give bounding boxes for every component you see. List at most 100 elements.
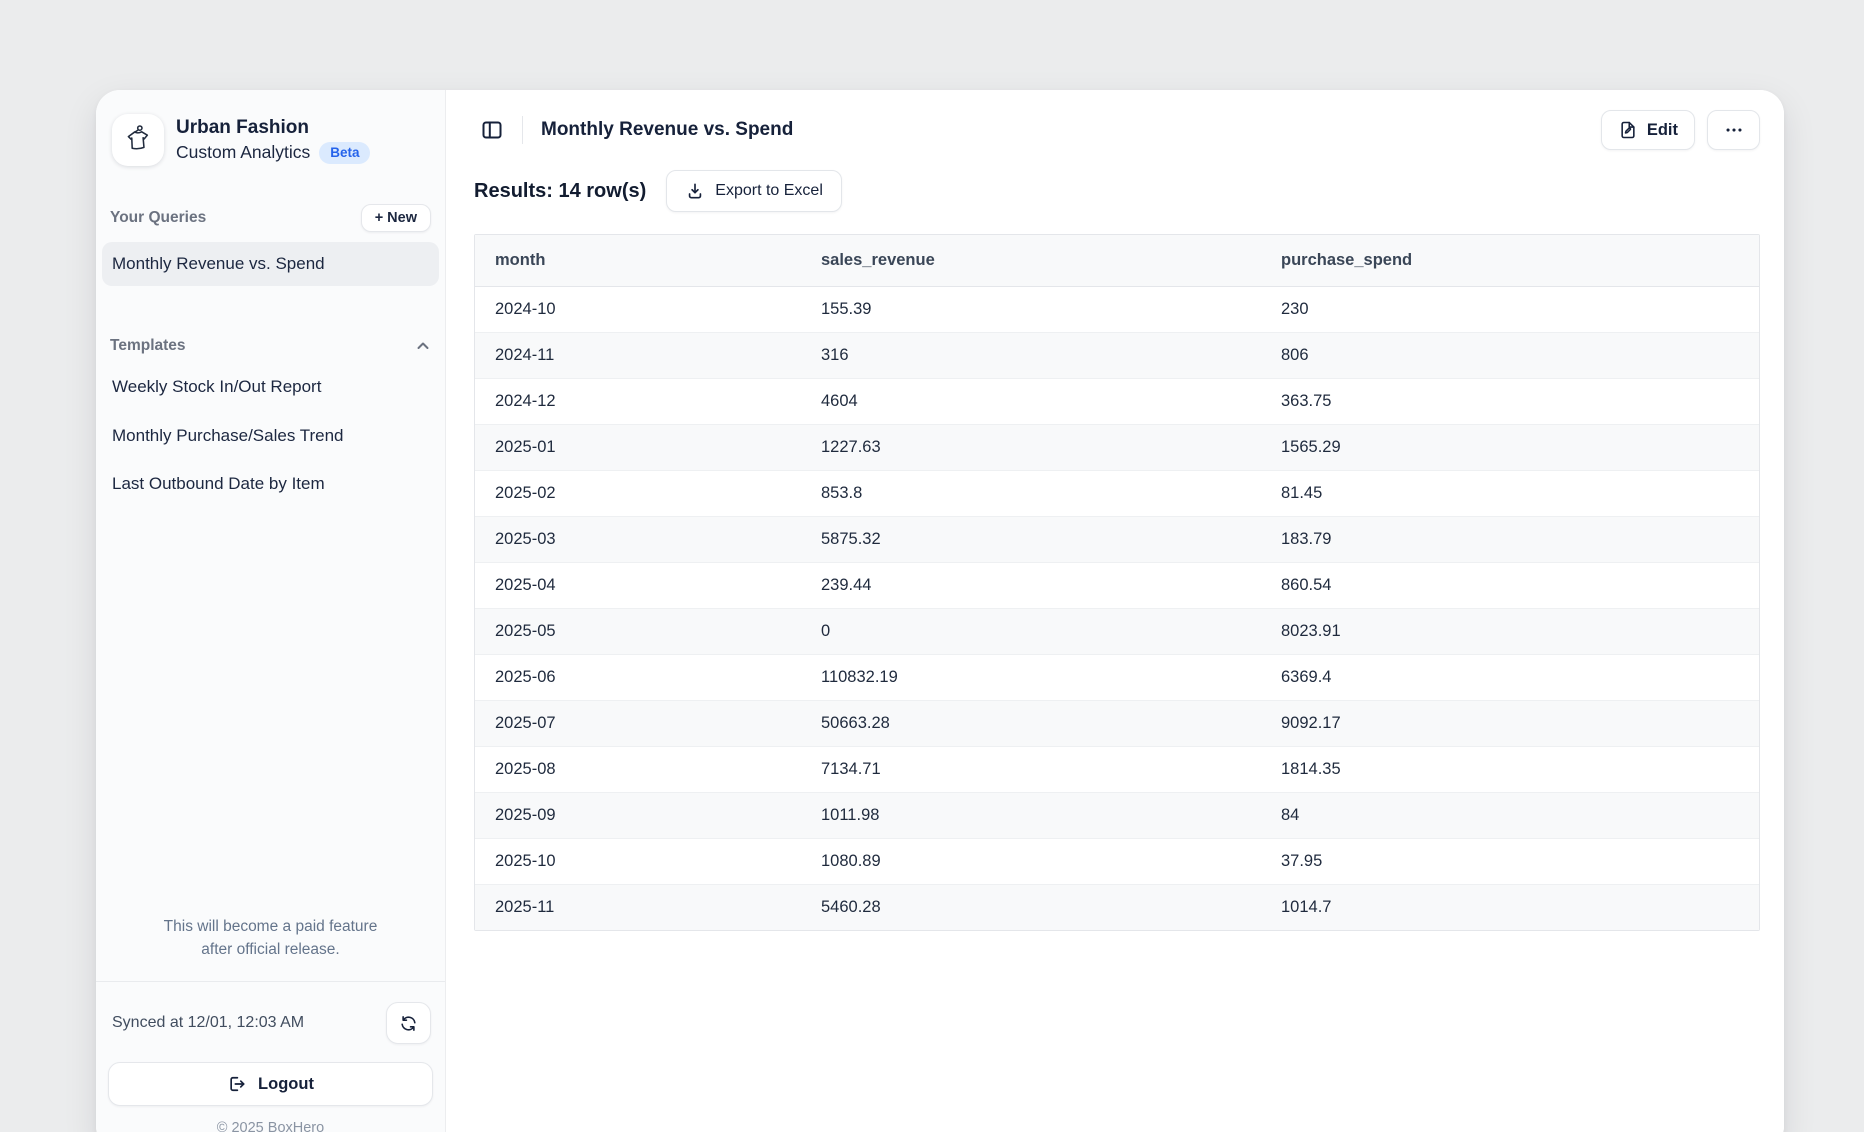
- brand-text: Urban Fashion Custom Analytics Beta: [176, 116, 370, 164]
- table-row: 2025-035875.32183.79: [475, 516, 1759, 562]
- table-cell: 50663.28: [801, 700, 1261, 746]
- logout-icon: [227, 1074, 247, 1094]
- paid-note-line2: after official release.: [201, 941, 339, 958]
- table-row: 2025-011227.631565.29: [475, 424, 1759, 470]
- beta-badge: Beta: [319, 142, 370, 164]
- table-cell: 1565.29: [1261, 424, 1759, 470]
- table-cell: 0: [801, 608, 1261, 654]
- main-header: Monthly Revenue vs. Spend Edit: [474, 108, 1760, 152]
- brand-header: Urban Fashion Custom Analytics Beta: [102, 114, 439, 166]
- new-query-button[interactable]: + New: [361, 204, 431, 232]
- brand-title: Urban Fashion: [176, 116, 370, 141]
- templates-label: Templates: [110, 337, 186, 355]
- header-divider: [522, 116, 523, 144]
- table-cell: 5875.32: [801, 516, 1261, 562]
- app-window: Urban Fashion Custom Analytics Beta Your…: [96, 90, 1784, 1132]
- sidebar-item-monthly-purchase-sales-trend[interactable]: Monthly Purchase/Sales Trend: [102, 413, 439, 459]
- table-cell: 853.8: [801, 470, 1261, 516]
- table-header-row: monthsales_revenuepurchase_spend: [475, 235, 1759, 286]
- export-label: Export to Excel: [715, 182, 823, 200]
- column-header: sales_revenue: [801, 235, 1261, 286]
- refresh-icon: [399, 1014, 418, 1033]
- sidebar: Urban Fashion Custom Analytics Beta Your…: [96, 90, 446, 1132]
- table-cell: 239.44: [801, 562, 1261, 608]
- sidebar-item-weekly-stock-report[interactable]: Weekly Stock In/Out Report: [102, 364, 439, 410]
- desktop-background: Urban Fashion Custom Analytics Beta Your…: [0, 0, 1864, 1132]
- results-toolbar: Results: 14 row(s) Export to Excel: [474, 170, 1760, 212]
- table-row: 2025-06110832.196369.4: [475, 654, 1759, 700]
- paid-note-line1: This will become a paid feature: [164, 918, 378, 935]
- sidebar-item-monthly-revenue-vs-spend[interactable]: Monthly Revenue vs. Spend: [102, 242, 439, 286]
- table-cell: 4604: [801, 378, 1261, 424]
- table-cell: 7134.71: [801, 746, 1261, 792]
- page-title: Monthly Revenue vs. Spend: [541, 119, 793, 141]
- table-cell: 363.75: [1261, 378, 1759, 424]
- table-row: 2024-124604363.75: [475, 378, 1759, 424]
- queries-label: Your Queries: [110, 209, 206, 227]
- table-cell: 2025-01: [475, 424, 801, 470]
- table-cell: 2025-03: [475, 516, 801, 562]
- sidebar-toggle-button[interactable]: [474, 112, 510, 148]
- table-cell: 2025-08: [475, 746, 801, 792]
- sidebar-spacer: [102, 508, 439, 915]
- results-count: Results: 14 row(s): [474, 180, 646, 203]
- app-logo: [112, 114, 164, 166]
- copyright: © 2025 BoxHero: [102, 1120, 439, 1132]
- table-cell: 2024-11: [475, 332, 801, 378]
- logout-button[interactable]: Logout: [108, 1062, 433, 1106]
- logout-label: Logout: [258, 1075, 314, 1094]
- table-cell: 5460.28: [801, 884, 1261, 930]
- table-cell: 2025-04: [475, 562, 801, 608]
- edit-label: Edit: [1647, 121, 1678, 140]
- refresh-button[interactable]: [386, 1002, 431, 1044]
- table-cell: 2025-07: [475, 700, 801, 746]
- more-options-button[interactable]: [1707, 110, 1760, 150]
- table-cell: 230: [1261, 286, 1759, 332]
- table-cell: 183.79: [1261, 516, 1759, 562]
- edit-document-icon: [1618, 120, 1638, 140]
- table-row: 2025-087134.711814.35: [475, 746, 1759, 792]
- table-cell: 155.39: [801, 286, 1261, 332]
- sync-status-row: Synced at 12/01, 12:03 AM: [102, 982, 439, 1044]
- table-cell: 9092.17: [1261, 700, 1759, 746]
- table-cell: 84: [1261, 792, 1759, 838]
- column-header: purchase_spend: [1261, 235, 1759, 286]
- table-cell: 8023.91: [1261, 608, 1759, 654]
- table-cell: 2025-05: [475, 608, 801, 654]
- table-cell: 2025-10: [475, 838, 801, 884]
- queries-section-header: Your Queries + New: [102, 202, 439, 234]
- table-cell: 2024-10: [475, 286, 801, 332]
- table-cell: 110832.19: [801, 654, 1261, 700]
- table-row: 2025-101080.8937.95: [475, 838, 1759, 884]
- synced-status: Synced at 12/01, 12:03 AM: [112, 1014, 304, 1032]
- edit-button[interactable]: Edit: [1601, 110, 1695, 150]
- table-cell: 6369.4: [1261, 654, 1759, 700]
- table-cell: 1014.7: [1261, 884, 1759, 930]
- table-row: 2024-11316806: [475, 332, 1759, 378]
- table-row: 2024-10155.39230: [475, 286, 1759, 332]
- results-table-body: 2024-10155.392302024-113168062024-124604…: [475, 286, 1759, 930]
- table-cell: 1227.63: [801, 424, 1261, 470]
- ellipsis-icon: [1723, 119, 1745, 141]
- table-cell: 81.45: [1261, 470, 1759, 516]
- table-row: 2025-02853.881.45: [475, 470, 1759, 516]
- table-cell: 1080.89: [801, 838, 1261, 884]
- table-cell: 1814.35: [1261, 746, 1759, 792]
- chevron-up-icon: [415, 338, 431, 354]
- table-cell: 2025-11: [475, 884, 801, 930]
- export-to-excel-button[interactable]: Export to Excel: [666, 170, 842, 212]
- table-cell: 37.95: [1261, 838, 1759, 884]
- templates-section-header[interactable]: Templates: [102, 330, 439, 362]
- table-cell: 860.54: [1261, 562, 1759, 608]
- results-table: monthsales_revenuepurchase_spend 2024-10…: [474, 234, 1760, 931]
- table-cell: 2024-12: [475, 378, 801, 424]
- table-row: 2025-091011.9884: [475, 792, 1759, 838]
- table-cell: 2025-02: [475, 470, 801, 516]
- table-cell: 806: [1261, 332, 1759, 378]
- table-cell: 316: [801, 332, 1261, 378]
- download-icon: [685, 181, 705, 201]
- table-row: 2025-0750663.289092.17: [475, 700, 1759, 746]
- sidebar-panel-icon: [480, 118, 504, 142]
- table-cell: 2025-06: [475, 654, 801, 700]
- sidebar-item-last-outbound-date[interactable]: Last Outbound Date by Item: [102, 461, 439, 507]
